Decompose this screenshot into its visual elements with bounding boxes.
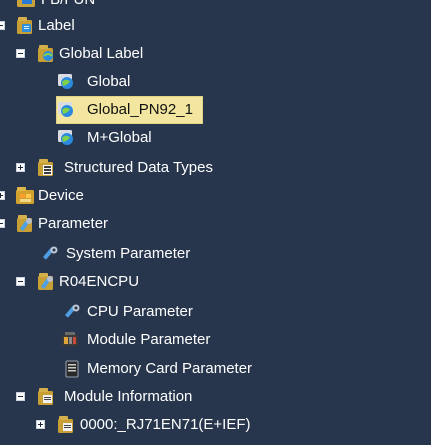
collapse-icon[interactable] [16, 392, 25, 401]
tree-item-memory-card-parameter[interactable]: Memory Card Parameter [0, 355, 431, 383]
cpu-folder-icon [36, 272, 56, 292]
tree-item-label: Global [87, 73, 131, 90]
tree-item-global-pn92[interactable]: Global_PN92_1 [0, 96, 431, 124]
label-folder-icon [15, 16, 35, 36]
tree-item-device[interactable]: Device [0, 182, 431, 210]
tree-item-label: System Parameter [66, 245, 191, 262]
device-folder-icon [15, 186, 35, 206]
tree-item-label-root[interactable]: Label [0, 12, 431, 40]
tree-item-label: Parameter [38, 215, 109, 232]
tree-item-label: Global_PN92_1 [87, 101, 193, 118]
parameter-folder-icon [15, 214, 35, 234]
collapse-icon[interactable] [0, 21, 5, 30]
tree-item-label: Module Parameter [87, 331, 211, 348]
project-tree: FB/FUN Label Global Label [0, 0, 431, 445]
tree-item-label: 0000:_RJ71EN71(E+IEF) [80, 416, 251, 433]
global-icon [56, 72, 76, 92]
module-info-icon [36, 387, 56, 407]
collapse-icon[interactable] [16, 277, 25, 286]
cpu-parameter-icon [62, 302, 82, 322]
global-label-icon [36, 44, 56, 64]
tree-item-cpu-parameter[interactable]: CPU Parameter [0, 298, 431, 326]
tree-item-label: Device [38, 187, 84, 204]
tree-item-label: Memory Card Parameter [87, 360, 253, 377]
tree-item-module-information[interactable]: Module Information [0, 383, 431, 411]
tree-item-label: Label [38, 17, 75, 34]
tree-item-module-0000[interactable]: 0000:_RJ71EN71(E+IEF) [0, 411, 431, 439]
tree-item-label: FB/FUN [41, 0, 95, 10]
expand-icon[interactable] [16, 163, 25, 172]
global-icon [56, 100, 76, 120]
module-parameter-icon [60, 330, 80, 350]
structured-data-icon [36, 158, 56, 178]
module-info-icon [56, 415, 76, 435]
expand-icon[interactable] [36, 420, 45, 429]
collapse-icon[interactable] [0, 219, 5, 228]
tree-item-system-parameter[interactable]: System Parameter [0, 240, 431, 268]
tree-item-global-label[interactable]: Global Label [0, 40, 431, 68]
tree-item-label: R04ENCPU [59, 273, 140, 290]
expand-icon[interactable] [0, 191, 5, 200]
global-icon [56, 128, 76, 148]
tree-item-label: Structured Data Types [64, 159, 213, 176]
tree-item-r04encpu[interactable]: R04ENCPU [0, 268, 431, 296]
tree-item-module-parameter[interactable]: Module Parameter [0, 326, 431, 354]
tree-item-global[interactable]: Global [0, 68, 431, 96]
tree-item-label: Global Label [59, 45, 144, 62]
tree-item-structured-data-types[interactable]: Structured Data Types [0, 154, 431, 182]
tree-item-label: CPU Parameter [87, 303, 193, 320]
tree-item-label: M+Global [87, 129, 152, 146]
tree-item-label: Module Information [64, 388, 193, 405]
memory-card-icon [62, 359, 82, 379]
tree-item-parameter[interactable]: Parameter [0, 210, 431, 238]
tree-item-m-global[interactable]: M+Global [0, 124, 431, 152]
system-parameter-icon [40, 244, 60, 264]
collapse-icon[interactable] [16, 49, 25, 58]
fbfun-folder-icon [16, 0, 36, 9]
